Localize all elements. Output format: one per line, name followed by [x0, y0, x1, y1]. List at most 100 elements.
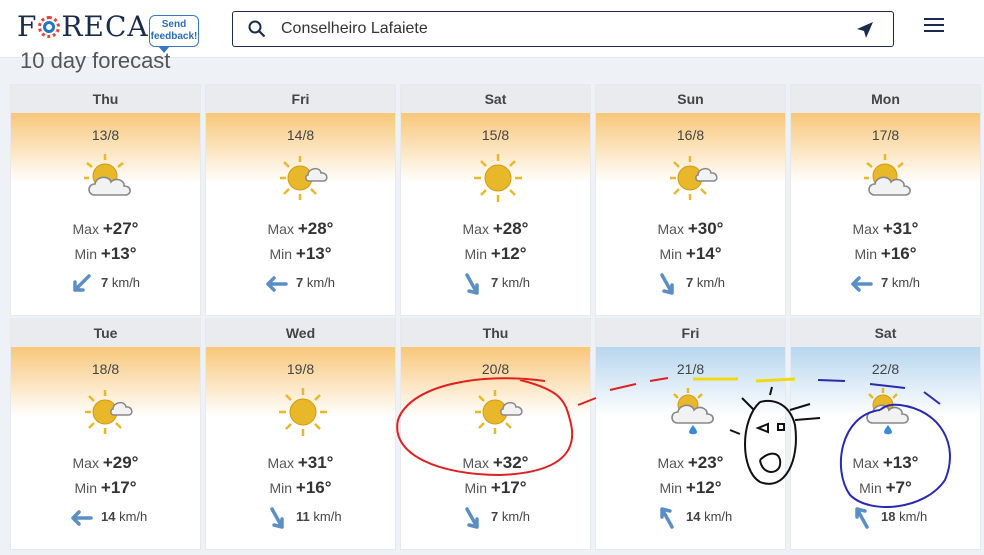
- wind-speed-value: 7: [101, 275, 109, 290]
- min-temperature: Min +12°: [596, 478, 785, 498]
- forecast-day-card[interactable]: Sun 16/8 Max +30° Min +14° 7 km/h: [595, 84, 786, 316]
- max-label: Max: [462, 221, 489, 237]
- wind-info: 7 km/h: [264, 272, 384, 296]
- min-value: +12°: [685, 478, 722, 497]
- partly-cloudy-icon: [861, 151, 915, 205]
- day-date: 13/8: [91, 127, 120, 143]
- wind-unit: km/h: [313, 509, 342, 524]
- wind-direction-arrow-icon: [855, 507, 869, 529]
- wind-speed: 14 km/h: [101, 509, 147, 524]
- sun-icon: [471, 151, 525, 205]
- min-label: Min: [74, 480, 98, 496]
- wind-speed-value: 7: [296, 275, 304, 290]
- day-date: 22/8: [871, 361, 900, 377]
- max-temperature: Max +29°: [11, 453, 200, 473]
- forecast-day-card[interactable]: Thu 13/8 Max +27° Min +13° 7 km/h: [10, 84, 201, 316]
- menu-button[interactable]: [924, 18, 944, 36]
- wind-unit: km/h: [704, 509, 733, 524]
- wind-speed-value: 14: [101, 509, 116, 524]
- forecast-day-card[interactable]: Sat 15/8 Max +28° Min +12° 7 km/h: [400, 84, 591, 316]
- day-name: Mon: [791, 85, 980, 113]
- wind-info: 14 km/h: [69, 506, 189, 530]
- day-name: Sat: [401, 85, 590, 113]
- min-value: +13°: [295, 244, 332, 263]
- search-input[interactable]: [281, 18, 841, 40]
- wind-unit: km/h: [696, 275, 726, 290]
- wind-speed-value: 18: [881, 509, 896, 524]
- day-date: 19/8: [286, 361, 315, 377]
- max-temperature: Max +28°: [206, 219, 395, 239]
- foreca-logo[interactable]: F RECA: [17, 10, 149, 43]
- min-temperature: Min +7°: [791, 478, 980, 498]
- forecast-day-card[interactable]: Thu 20/8 Max +32° Min +17° 7 km/h: [400, 318, 591, 550]
- min-value: +12°: [490, 244, 527, 263]
- max-value: +13°: [882, 453, 919, 472]
- min-temperature: Min +16°: [206, 478, 395, 498]
- wind-speed-value: 14: [686, 509, 701, 524]
- max-value: +23°: [687, 453, 724, 472]
- wind-info: 7 km/h: [849, 272, 969, 296]
- min-temperature: Min +17°: [401, 478, 590, 498]
- wind-speed: 7 km/h: [296, 275, 335, 290]
- max-label: Max: [462, 455, 489, 471]
- max-temperature: Max +13°: [791, 453, 980, 473]
- logo-o-icon: [38, 16, 61, 38]
- wind-direction-arrow-icon: [266, 276, 288, 292]
- location-arrow-icon[interactable]: [855, 20, 875, 40]
- wind-unit: km/h: [306, 275, 336, 290]
- wind-info: 7 km/h: [654, 272, 774, 296]
- wind-speed: 14 km/h: [686, 509, 732, 524]
- min-temperature: Min +13°: [206, 244, 395, 264]
- min-label: Min: [464, 246, 488, 262]
- min-label: Min: [659, 480, 683, 496]
- partly-cloudy-icon: [81, 151, 135, 205]
- forecast-day-card[interactable]: Fri 21/8 Max +23° Min +12° 14 km/h: [595, 318, 786, 550]
- wind-unit: km/h: [891, 275, 921, 290]
- day-date: 14/8: [286, 127, 315, 143]
- wind-speed: 7 km/h: [881, 275, 920, 290]
- forecast-day-card[interactable]: Wed 19/8 Max +31° Min +16° 11 km/h: [205, 318, 396, 550]
- max-temperature: Max +31°: [791, 219, 980, 239]
- wind-speed: 7 km/h: [101, 275, 140, 290]
- wind-unit: km/h: [119, 509, 148, 524]
- min-temperature: Min +17°: [11, 478, 200, 498]
- day-date: 18/8: [91, 361, 120, 377]
- day-name: Sun: [596, 85, 785, 113]
- day-name: Sat: [791, 319, 980, 347]
- send-feedback-button[interactable]: Send feedback!: [149, 15, 199, 53]
- min-temperature: Min +16°: [791, 244, 980, 264]
- min-temperature: Min +12°: [401, 244, 590, 264]
- wind-speed: 7 km/h: [491, 509, 530, 524]
- wind-direction-arrow-icon: [660, 273, 674, 295]
- page-title: 10 day forecast: [20, 48, 171, 73]
- wind-direction-arrow-icon: [465, 507, 479, 529]
- wind-unit: km/h: [111, 275, 141, 290]
- max-value: +31°: [882, 219, 919, 238]
- max-temperature: Max +27°: [11, 219, 200, 239]
- day-name: Tue: [11, 319, 200, 347]
- wind-speed: 7 km/h: [491, 275, 530, 290]
- forecast-day-card[interactable]: Tue 18/8 Max +29° Min +17° 14 km/h: [10, 318, 201, 550]
- wind-info: 7 km/h: [459, 506, 579, 530]
- max-value: +28°: [297, 219, 334, 238]
- wind-speed-value: 7: [686, 275, 694, 290]
- day-date: 16/8: [676, 127, 705, 143]
- day-date: 20/8: [481, 361, 510, 377]
- min-label: Min: [854, 246, 878, 262]
- wind-direction-arrow-icon: [73, 274, 91, 292]
- wind-speed: 7 km/h: [686, 275, 725, 290]
- sun-with-cloud-icon: [471, 385, 525, 439]
- wind-direction-arrow-icon: [465, 273, 479, 295]
- wind-unit: km/h: [501, 275, 531, 290]
- forecast-day-card[interactable]: Sat 22/8 Max +13° Min +7° 18 km/h: [790, 318, 981, 550]
- max-value: +29°: [102, 453, 139, 472]
- sun-with-cloud-icon: [81, 385, 135, 439]
- forecast-day-card[interactable]: Mon 17/8 Max +31° Min +16° 7 km/h: [790, 84, 981, 316]
- max-label: Max: [657, 221, 684, 237]
- search-icon[interactable]: [248, 20, 266, 38]
- forecast-day-card[interactable]: Fri 14/8 Max +28° Min +13° 7 km/h: [205, 84, 396, 316]
- wind-direction-arrow-icon: [270, 507, 284, 529]
- max-temperature: Max +32°: [401, 453, 590, 473]
- wind-info: 11 km/h: [264, 506, 384, 530]
- min-label: Min: [859, 480, 882, 496]
